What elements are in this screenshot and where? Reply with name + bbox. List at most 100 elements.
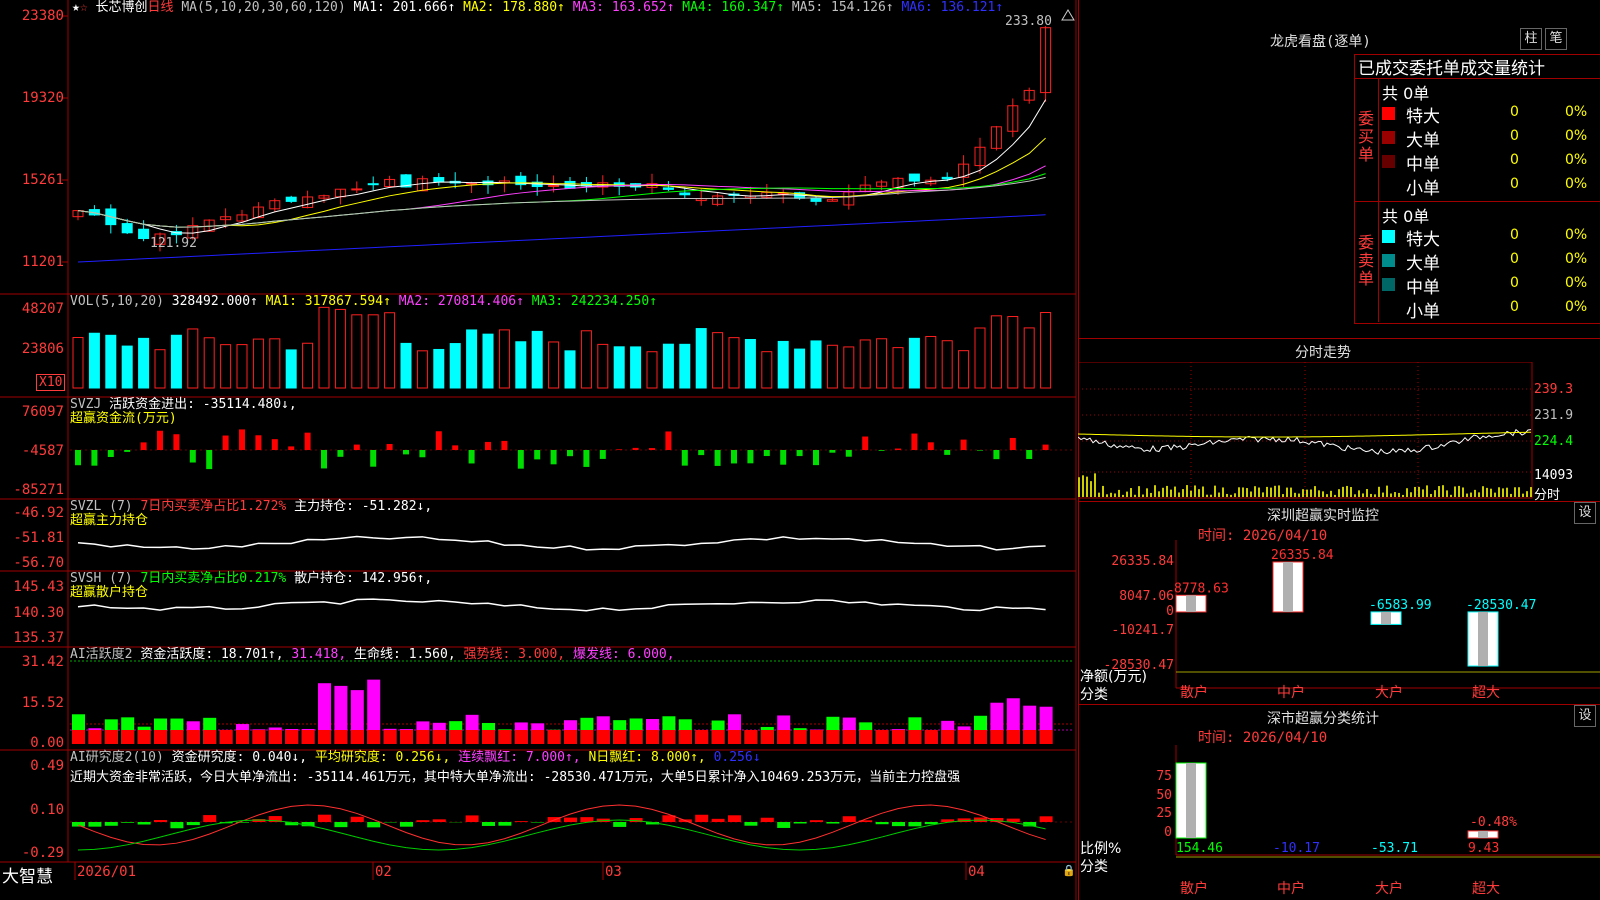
monitor-value: 8778.63 xyxy=(1174,581,1229,596)
research-bar xyxy=(104,822,118,826)
volume-bar xyxy=(482,333,494,389)
intraday-vol-bar xyxy=(1250,491,1252,497)
activity-base xyxy=(892,730,905,744)
intraday-vol-bar xyxy=(1154,485,1156,497)
ai1-b: 31.418, xyxy=(291,647,347,662)
candle-body xyxy=(679,192,691,196)
bar-view-button[interactable]: 柱 xyxy=(1520,28,1542,50)
lock-icon[interactable]: 🔒 xyxy=(1062,864,1076,877)
vol-tick: 23806 xyxy=(21,341,64,357)
monitor-value: 26335.84 xyxy=(1271,548,1334,563)
ma1-value: MA1: 201.666↑ xyxy=(353,0,456,15)
flow-bar xyxy=(107,450,114,457)
intraday-vol-bar xyxy=(1222,487,1224,497)
lhb-row: 中单 0 0% xyxy=(1380,273,1600,298)
svzl-value: 主力持仓: -51.282↓, xyxy=(294,499,433,514)
research-bar xyxy=(203,815,217,822)
flow-bar xyxy=(337,450,344,457)
period-label[interactable]: 日线 xyxy=(148,0,174,15)
flow-bar xyxy=(255,435,262,450)
star-icon[interactable]: ★ xyxy=(72,0,80,15)
svzj-tick: -85271 xyxy=(13,482,64,498)
sz-class-extra: -0.48% xyxy=(1470,815,1517,830)
sz-class-settings-button[interactable]: 设 xyxy=(1574,705,1596,727)
flow-bar xyxy=(681,450,688,466)
lhb-tabs[interactable]: 已成交委托单成交量统计 xyxy=(1358,54,1545,79)
ai2-d: N日飘红: 8.000↑, xyxy=(588,750,706,765)
intraday-vol-bar xyxy=(1242,487,1244,497)
intraday-vol-bar xyxy=(1526,491,1528,497)
intraday-vol-bar xyxy=(1470,492,1472,497)
class-ytick: 75 xyxy=(1156,768,1172,784)
intraday-vol-bar xyxy=(1386,485,1388,497)
activity-base xyxy=(826,730,840,744)
intraday-vol-bar xyxy=(1294,492,1296,497)
activity-base xyxy=(777,730,791,744)
ai1-def: AI活跃度2 xyxy=(70,647,133,662)
activity-base xyxy=(662,730,676,744)
intraday-vol-bar xyxy=(1158,491,1160,497)
volume-bar xyxy=(580,330,592,389)
tick-view-button[interactable]: 笔 xyxy=(1545,28,1567,50)
activity-base xyxy=(974,730,987,744)
intraday-title: 分时走势 xyxy=(1295,345,1351,361)
moving-average-lines xyxy=(77,99,1047,263)
flow-bar xyxy=(567,450,573,457)
research-bar xyxy=(810,820,823,822)
volume-bar xyxy=(302,342,314,389)
low-label: 121.92 xyxy=(150,236,197,251)
svzj-tick: 76097 xyxy=(21,404,64,420)
intraday-vol-bar xyxy=(1326,494,1328,497)
sz-class-xlabel: 分类 xyxy=(1080,859,1108,875)
flow-bar xyxy=(747,450,754,464)
svzl-def: SVZL (7) xyxy=(70,499,133,514)
class-ytick: 50 xyxy=(1156,787,1172,803)
research-bar xyxy=(744,822,758,826)
intraday-vol-bar xyxy=(1502,488,1504,497)
intraday-vol-bar xyxy=(1198,489,1200,497)
volume-bar xyxy=(908,337,920,389)
intraday-vol-bar xyxy=(1370,493,1372,497)
vol-ma3: MA3: 242234.250↑ xyxy=(531,294,658,309)
flow-bar xyxy=(271,439,278,450)
intraday-vol-bar xyxy=(1430,493,1432,497)
ai2-def: AI研究度2(10) xyxy=(70,750,164,765)
intraday-vol-bar xyxy=(1106,494,1108,497)
flow-bar xyxy=(403,450,409,455)
intraday-vol-bar xyxy=(1246,488,1248,497)
intraday-vol-bar xyxy=(1274,485,1276,497)
intraday-vol-bar xyxy=(1410,492,1412,497)
ma6-value: MA6: 136.121↑ xyxy=(901,0,1004,15)
monitor-ytick: 26335.84 xyxy=(1111,554,1174,569)
ai2-tick: 0.10 xyxy=(30,802,64,818)
activity-base xyxy=(760,730,774,744)
flow-bar xyxy=(878,450,885,451)
volume-bar xyxy=(334,308,346,389)
flow-bar xyxy=(222,435,229,450)
intraday-vol-bar xyxy=(1286,487,1288,497)
intraday-vol-bar xyxy=(1342,486,1344,497)
volume-bar xyxy=(794,348,806,389)
volume-bar xyxy=(515,341,527,389)
research-bar xyxy=(1039,816,1053,822)
activity-base xyxy=(793,730,807,744)
price-tick: 19320 xyxy=(21,90,64,106)
monitor-category: 超大 xyxy=(1472,685,1500,701)
color-swatch xyxy=(1382,230,1395,243)
research-bar xyxy=(842,816,856,822)
ma4-value: MA4: 160.347↑ xyxy=(682,0,785,15)
volume-bar xyxy=(449,343,461,389)
ai1-tick: 0.00 xyxy=(30,735,64,751)
stock-name[interactable]: 长芯博创 xyxy=(95,0,147,15)
monitor-category: 大户 xyxy=(1375,685,1403,701)
activity-base xyxy=(252,730,266,744)
ai1-e: 爆发线: 6.000, xyxy=(572,647,675,662)
intraday-vol-bar xyxy=(1426,485,1428,497)
volume-bar xyxy=(252,338,264,389)
intraday-vol-bar xyxy=(1254,486,1256,497)
flag-icon[interactable]: ☆ xyxy=(80,0,88,15)
intraday-vol-bar xyxy=(1514,487,1516,497)
volume-bar xyxy=(1007,316,1019,389)
sz-monitor-settings-button[interactable]: 设 xyxy=(1574,502,1596,524)
class-ytick: 25 xyxy=(1156,806,1172,822)
